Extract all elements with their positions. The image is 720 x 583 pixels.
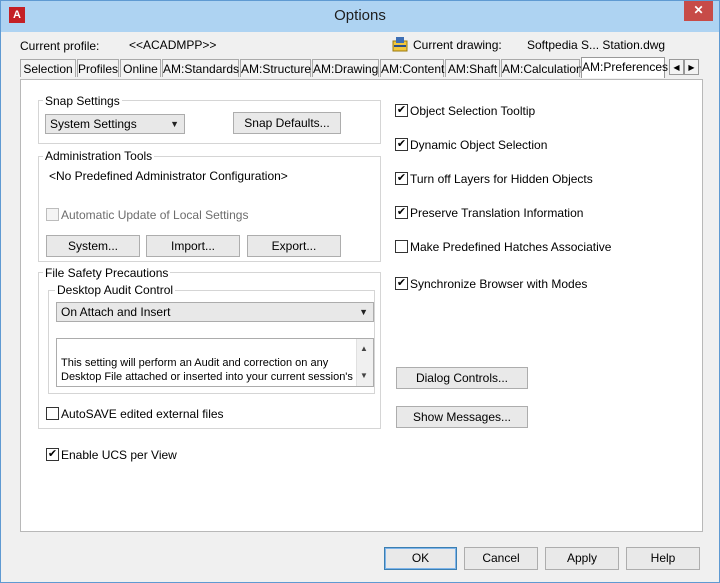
dialog-controls-button[interactable]: Dialog Controls... xyxy=(396,367,528,389)
tab-online[interactable]: Online xyxy=(120,59,161,77)
tab-am-preferences[interactable]: AM:Preferences xyxy=(581,57,668,78)
turn-off-layers-checkbox[interactable]: ✔ xyxy=(395,172,408,185)
close-button[interactable]: ✕ xyxy=(684,1,713,21)
dynamic-object-selection-label: Dynamic Object Selection xyxy=(410,138,548,152)
admin-config-text: <No Predefined Administrator Configurati… xyxy=(49,169,288,183)
tab-scroll-right-button[interactable]: ▶ xyxy=(684,59,699,75)
drawing-file-icon xyxy=(392,37,408,52)
current-drawing-label: Current drawing: xyxy=(413,38,502,52)
auto-update-checkbox[interactable] xyxy=(46,208,59,221)
synchronize-browser-label: Synchronize Browser with Modes xyxy=(410,277,588,291)
tab-am-standards[interactable]: AM:Standards xyxy=(162,59,239,77)
desktop-audit-title: Desktop Audit Control xyxy=(55,283,176,297)
system-button[interactable]: System... xyxy=(46,235,140,257)
checkmark-icon: ✔ xyxy=(47,448,58,460)
desktop-audit-value: On Attach and Insert xyxy=(61,305,171,319)
show-messages-button[interactable]: Show Messages... xyxy=(396,406,528,428)
tab-am-drawing[interactable]: AM:Drawing xyxy=(312,59,379,77)
predefined-hatches-label: Make Predefined Hatches Associative xyxy=(410,240,612,254)
turn-off-layers-label: Turn off Layers for Hidden Objects xyxy=(410,172,593,186)
window-title: Options xyxy=(334,7,386,24)
scroll-down-icon: ▼ xyxy=(360,371,368,380)
snap-settings-combo[interactable]: System Settings ▼ xyxy=(45,114,185,134)
auto-update-label: Automatic Update of Local Settings xyxy=(61,208,249,222)
preserve-translation-label: Preserve Translation Information xyxy=(410,206,584,220)
current-profile-value: <<ACADMPP>> xyxy=(129,38,217,52)
title-bar[interactable]: A Options ✕ xyxy=(1,1,719,32)
tab-profiles[interactable]: Profiles xyxy=(77,59,119,77)
audit-description-box[interactable]: This setting will perform an Audit and c… xyxy=(56,338,374,387)
current-drawing-value: Softpedia S... Station.dwg xyxy=(527,38,666,52)
preserve-translation-checkbox[interactable]: ✔ xyxy=(395,206,408,219)
checkmark-icon: ✔ xyxy=(396,138,407,150)
checkmark-icon: ✔ xyxy=(396,277,407,289)
apply-button[interactable]: Apply xyxy=(545,547,619,570)
desktop-audit-combo[interactable]: On Attach and Insert ▼ xyxy=(56,302,374,322)
file-safety-title: File Safety Precautions xyxy=(43,266,171,280)
tab-selection[interactable]: Selection xyxy=(20,59,76,77)
tab-scroll-left-button[interactable]: ◀ xyxy=(669,59,684,75)
tab-am-shaft[interactable]: AM:Shaft xyxy=(445,59,500,77)
export-button[interactable]: Export... xyxy=(247,235,341,257)
options-dialog: A Options ✕ Current profile: <<ACADMPP>>… xyxy=(0,0,720,583)
current-profile-label: Current profile: xyxy=(20,39,100,53)
enable-ucs-label: Enable UCS per View xyxy=(61,448,177,462)
snap-settings-value: System Settings xyxy=(50,117,137,131)
object-selection-tooltip-label: Object Selection Tooltip xyxy=(410,104,536,118)
chevron-down-icon: ▼ xyxy=(359,307,368,317)
administration-tools-title: Administration Tools xyxy=(43,149,155,163)
tab-am-content[interactable]: AM:Content xyxy=(380,59,444,77)
ok-button[interactable]: OK xyxy=(384,547,457,570)
object-selection-tooltip-checkbox[interactable]: ✔ xyxy=(395,104,408,117)
cancel-button[interactable]: Cancel xyxy=(464,547,538,570)
synchronize-browser-checkbox[interactable]: ✔ xyxy=(395,277,408,290)
predefined-hatches-checkbox[interactable] xyxy=(395,240,408,253)
dynamic-object-selection-checkbox[interactable]: ✔ xyxy=(395,138,408,151)
import-button[interactable]: Import... xyxy=(146,235,240,257)
preferences-panel: Snap Settings System Settings ▼ Snap Def… xyxy=(20,79,703,532)
autosave-label: AutoSAVE edited external files xyxy=(61,407,224,421)
scroll-up-icon: ▲ xyxy=(360,344,368,353)
audit-description-scrollbar[interactable]: ▲ ▼ xyxy=(356,339,373,386)
chevron-down-icon: ▼ xyxy=(170,119,179,129)
help-button[interactable]: Help xyxy=(626,547,700,570)
snap-settings-title: Snap Settings xyxy=(43,94,122,108)
close-icon: ✕ xyxy=(693,3,704,17)
audit-description-text: This setting will perform an Audit and c… xyxy=(61,357,353,386)
snap-defaults-button[interactable]: Snap Defaults... xyxy=(233,112,341,134)
checkmark-icon: ✔ xyxy=(396,104,407,116)
tab-am-calculation[interactable]: AM:Calculation xyxy=(501,59,583,77)
chevron-right-icon: ▶ xyxy=(688,63,695,72)
checkmark-icon: ✔ xyxy=(396,206,407,218)
checkmark-icon: ✔ xyxy=(396,172,407,184)
chevron-left-icon: ◀ xyxy=(673,63,680,72)
tab-am-structure[interactable]: AM:Structure xyxy=(240,59,311,77)
autosave-checkbox[interactable] xyxy=(46,407,59,420)
enable-ucs-checkbox[interactable]: ✔ xyxy=(46,448,59,461)
